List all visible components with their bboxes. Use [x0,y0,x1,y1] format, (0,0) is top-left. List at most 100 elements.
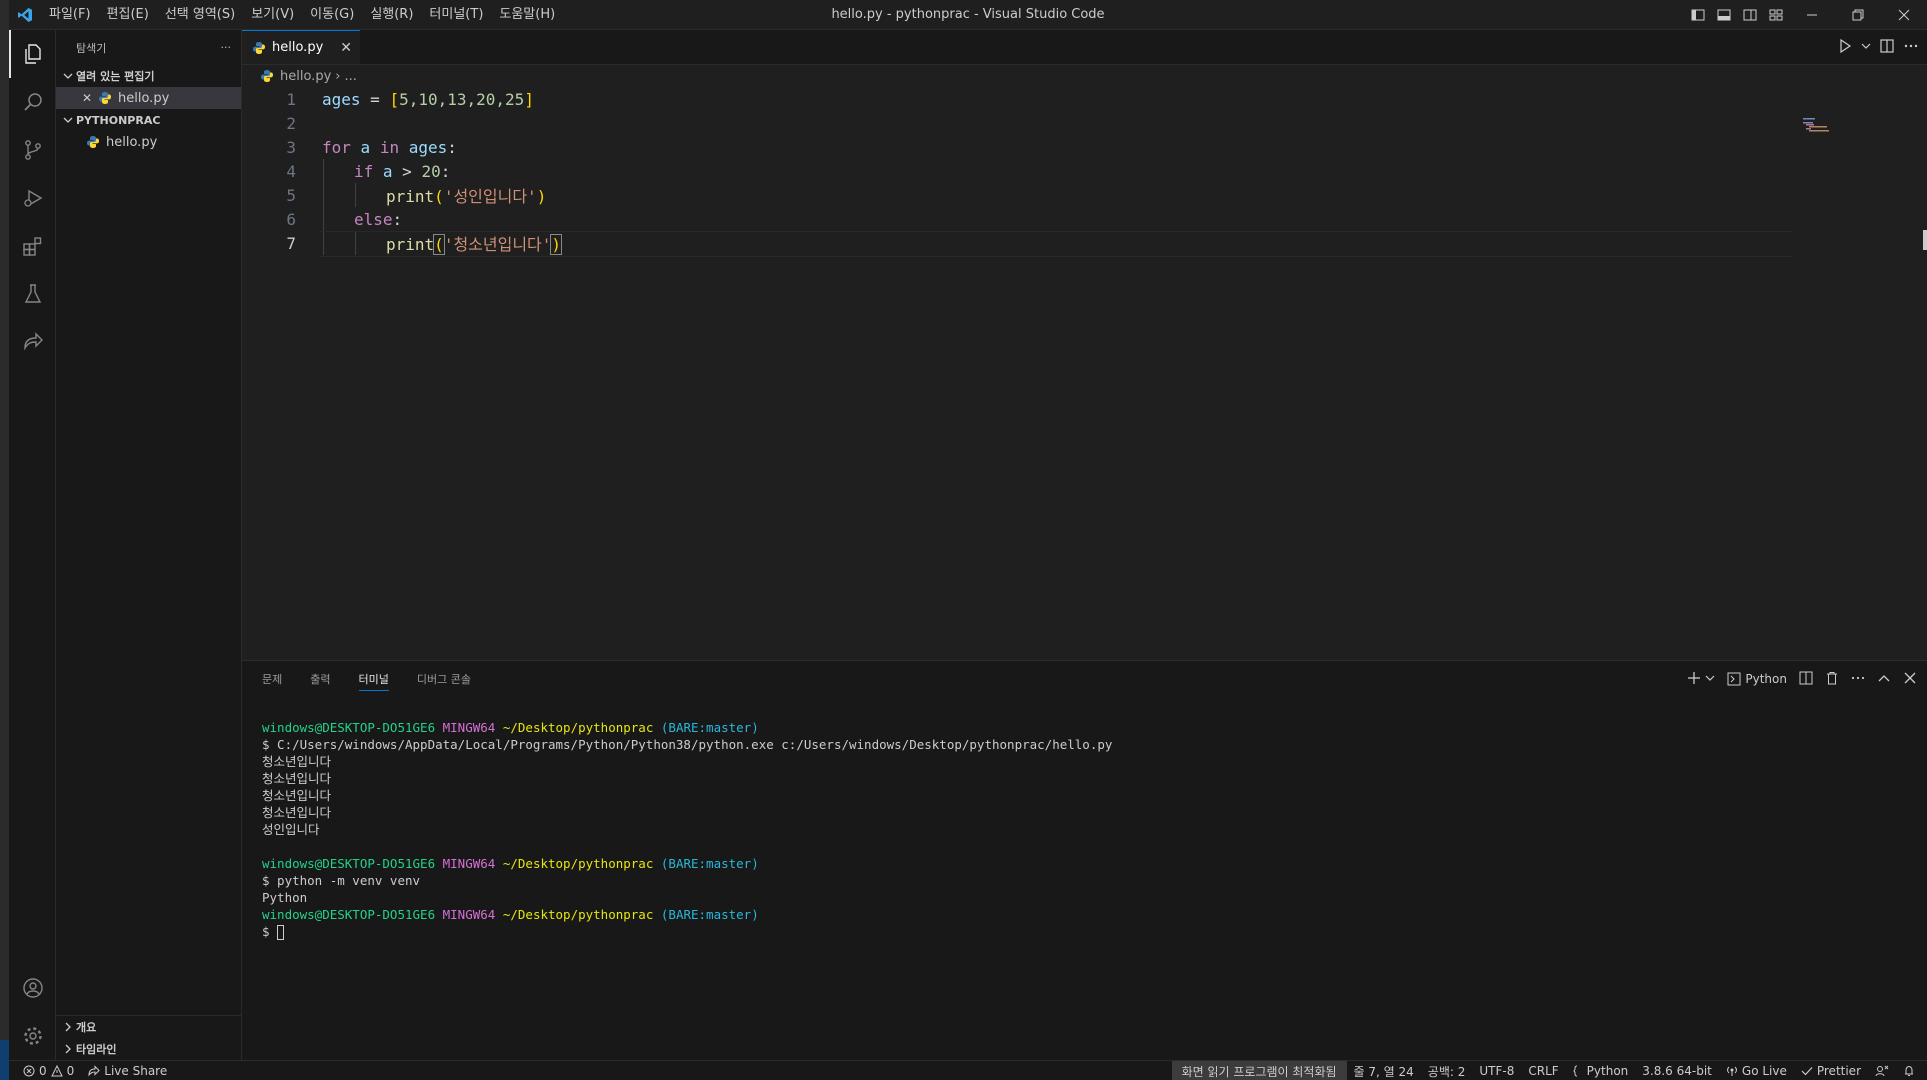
eol-status[interactable]: CRLF [1521,1061,1565,1080]
open-editors-section[interactable]: 열려 있는 편집기 [56,65,241,87]
indent-guide [323,183,324,207]
split-terminal-icon[interactable] [1799,671,1813,688]
extensions-icon[interactable] [9,222,56,270]
desktop-edge-accent [0,1040,9,1080]
code-line: 6 else: [242,207,1927,231]
code-line-current: 7 print('청소년입니다') [242,231,1927,257]
chevron-down-icon [60,115,76,125]
close-window-icon[interactable] [1881,0,1927,30]
indent-guide [323,207,324,231]
sidebar-more-actions[interactable]: ··· [221,41,232,54]
terminal-shell-selector[interactable]: Python [1727,672,1787,686]
search-icon[interactable] [9,78,56,126]
vscode-logo-icon[interactable] [9,0,41,30]
live-share-status[interactable]: Live Share [81,1061,174,1080]
terminal-output[interactable]: windows@DESKTOP-DO51GE6 MINGW64 ~/Deskto… [262,719,1112,940]
tab-bar: hello.py ✕ [242,30,1927,65]
more-actions-icon[interactable] [1851,671,1865,688]
menu-go[interactable]: 이동(G) [302,0,362,30]
terminal-output-line: 청소년입니다 [262,754,332,769]
encoding-status[interactable]: UTF-8 [1472,1061,1521,1080]
language-status[interactable]: Python [1566,1061,1636,1080]
menu-run[interactable]: 실행(R) [362,0,421,30]
terminal-output-line: 청소년입니다 [262,805,332,820]
code-line: 5 print('성인입니다') [242,183,1927,207]
live-share-icon [88,1064,100,1077]
go-live-status[interactable]: Go Live [1719,1061,1794,1080]
screen-reader-status[interactable]: 화면 읽기 프로그램이 최적화됨 [1171,1061,1347,1080]
status-left: 0 0 Live Share [9,1061,174,1080]
breadcrumb-file[interactable]: hello.py [280,69,331,84]
more-actions-icon[interactable] [1903,38,1919,58]
menu-file[interactable]: 파일(F) [41,0,99,30]
menu-selection[interactable]: 선택 영역(S) [157,0,243,30]
problems-status[interactable]: 0 0 [9,1061,81,1080]
outline-section[interactable]: 개요 [56,1016,242,1038]
code-text: print('성인입니다') [386,187,547,206]
toggle-secondary-sidebar-icon[interactable] [1737,0,1763,30]
breadcrumb-separator: › [335,68,341,84]
indentation-status[interactable]: 공백: 2 [1421,1061,1473,1080]
toggle-primary-sidebar-icon[interactable] [1685,0,1711,30]
explorer-icon[interactable] [9,30,56,78]
menu-terminal[interactable]: 터미널(T) [421,0,491,30]
folder-label: PYTHONPRAC [76,113,161,127]
tab-output[interactable]: 출력 [310,661,330,697]
cursor-position-status[interactable]: 줄 7, 열 24 [1347,1061,1421,1080]
source-control-icon[interactable] [9,126,56,174]
python-file-icon [260,69,274,83]
terminal-output-line: 성인입니다 [262,822,320,837]
close-panel-icon[interactable] [1903,671,1917,688]
account-icon[interactable] [9,964,56,1012]
minimap[interactable] [1803,118,1831,134]
menu-edit[interactable]: 편집(E) [99,0,157,30]
folder-section[interactable]: PYTHONPRAC [56,109,241,131]
chevron-down-icon[interactable] [1861,40,1871,55]
tab-terminal[interactable]: 터미널 [358,661,390,697]
new-terminal-icon[interactable] [1687,671,1701,688]
open-editor-item[interactable]: ✕ hello.py [56,87,241,109]
customize-layout-icon[interactable] [1763,0,1789,30]
terminal-output-line: 청소년입니다 [262,771,332,786]
manage-gear-icon[interactable] [9,1012,56,1060]
tab-debug-console[interactable]: 디버그 콘솔 [417,661,471,697]
timeline-section[interactable]: 타임라인 [56,1038,242,1060]
minimize-icon[interactable] [1789,0,1835,30]
close-tab-icon[interactable]: ✕ [340,40,352,56]
maximize-panel-icon[interactable] [1877,671,1891,688]
testing-icon[interactable] [9,270,56,318]
chevron-down-icon[interactable] [1705,672,1715,686]
timeline-label: 타임라인 [76,1043,117,1056]
menu-view[interactable]: 보기(V) [243,0,302,30]
menu-help[interactable]: 도움말(H) [491,0,563,30]
editor-area: hello.py ✕ hello.py › ... 1 ages = [5,10… [242,30,1927,660]
breadcrumb-symbols[interactable]: ... [344,69,356,84]
prettier-status[interactable]: Prettier [1794,1061,1868,1080]
tab-problems[interactable]: 문제 [262,661,282,697]
split-editor-icon[interactable] [1879,38,1895,58]
restore-icon[interactable] [1835,0,1881,30]
file-item[interactable]: hello.py [56,131,241,153]
indent-guide [323,159,324,183]
kill-terminal-icon[interactable] [1825,671,1839,688]
braces-icon [1572,1065,1577,1077]
panel-actions: Python [1687,661,1917,697]
run-debug-icon[interactable] [9,174,56,222]
terminal-command: $ python -m venv venv [262,873,421,888]
python-file-icon [86,135,100,149]
chevron-right-icon [60,1022,76,1032]
chevron-down-icon [60,71,76,81]
code-text: ages = [5,10,13,20,25] [322,89,534,109]
code-text: if a > 20: [354,161,451,181]
code-editor[interactable]: 1 ages = [5,10,13,20,25] 2 3 for a in ag… [242,87,1927,257]
terminal-input-line[interactable]: $ [262,923,1112,940]
close-editor-icon[interactable]: ✕ [82,91,98,105]
live-share-icon[interactable] [9,318,56,366]
feedback-icon[interactable] [1868,1061,1896,1080]
tab-hello-py[interactable]: hello.py ✕ [242,30,360,64]
live-share-label: Live Share [104,1063,168,1078]
interpreter-status[interactable]: 3.8.6 64-bit [1635,1061,1719,1080]
notifications-bell-icon[interactable] [1896,1061,1927,1080]
run-python-file-icon[interactable] [1837,38,1853,58]
toggle-panel-icon[interactable] [1711,0,1737,30]
